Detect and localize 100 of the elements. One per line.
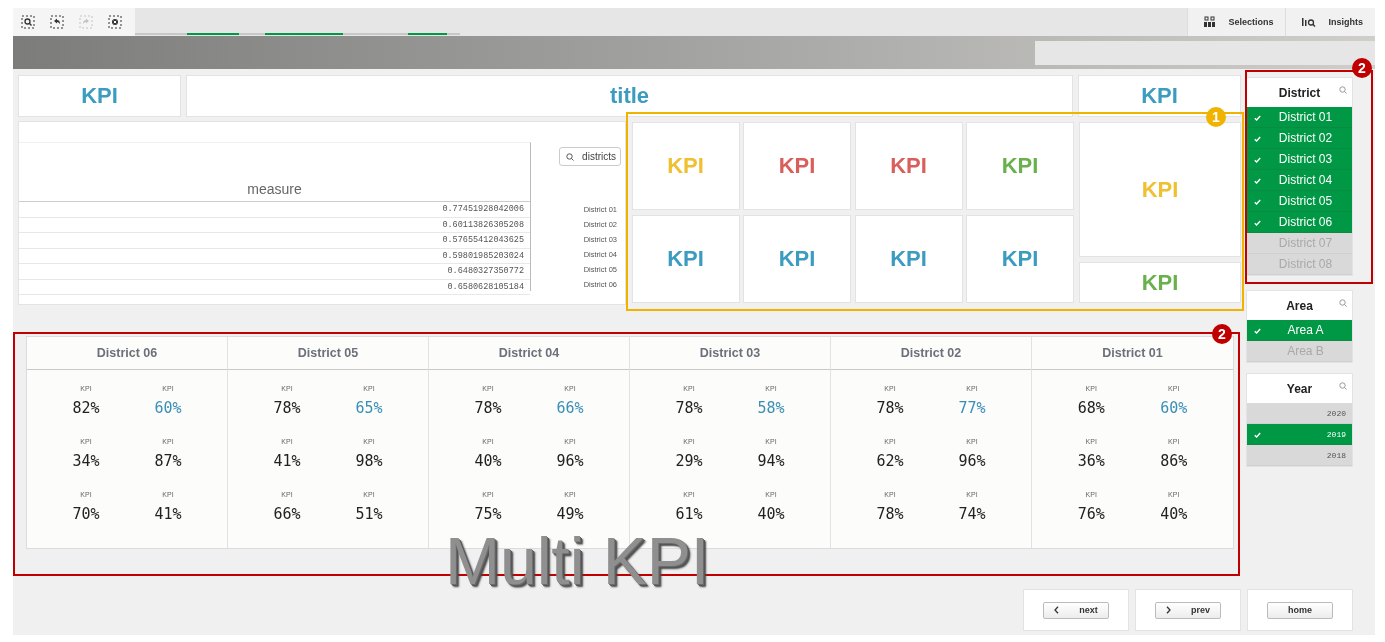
kpi-value: 51%: [355, 504, 383, 523]
district-header: District 03: [699, 346, 761, 360]
kpi-value: 70%: [72, 504, 100, 523]
check-icon: [1254, 432, 1261, 438]
step-back-button[interactable]: [50, 15, 64, 29]
kpi-value: KPI: [890, 153, 927, 179]
kpi-value: KPI: [1001, 246, 1039, 272]
filter-title: Area: [1286, 298, 1313, 313]
search-icon[interactable]: [1339, 86, 1347, 94]
check-icon: [1254, 136, 1261, 142]
kpi-value: KPI: [778, 153, 816, 179]
kpi-value: 78%: [675, 398, 703, 417]
filter-item[interactable]: District 02: [1247, 128, 1352, 149]
kpi-value: 60%: [1160, 398, 1188, 417]
chevron-right-icon: [1166, 606, 1171, 614]
kpi-value: 78%: [474, 398, 502, 417]
table-cell: 0.6480327350772: [447, 266, 524, 277]
kpi-value: 94%: [757, 451, 785, 470]
table-cell: 0.60113826305208: [442, 219, 524, 230]
kpi-value: KPI: [778, 246, 816, 272]
kpi-value: 68%: [1077, 398, 1105, 417]
chevron-left-icon: [1054, 606, 1060, 614]
kpi-value: 40%: [1160, 504, 1188, 523]
prev-button[interactable]: prev: [1155, 601, 1221, 619]
kpi-value: KPI: [667, 246, 704, 272]
kpi-value: 49%: [556, 504, 584, 523]
column-header: measure: [247, 181, 302, 197]
kpi-value: 60%: [154, 398, 182, 417]
selections-icon: [1204, 16, 1217, 28]
filter-item[interactable]: 2019: [1247, 424, 1352, 445]
table-cell: 0.77451928042006: [442, 204, 524, 215]
home-button[interactable]: home: [1267, 601, 1333, 619]
kpi-value: 77%: [958, 398, 986, 417]
filter-item[interactable]: District 01: [1247, 107, 1352, 128]
filter-item[interactable]: District 04: [1247, 170, 1352, 191]
kpi-value: 75%: [474, 504, 502, 523]
check-icon: [1254, 199, 1261, 205]
kpi-value: 41%: [273, 451, 301, 470]
filter-item[interactable]: Area A: [1247, 320, 1352, 341]
kpi-value: 78%: [876, 504, 904, 523]
kpi-value: 36%: [1077, 451, 1105, 470]
district-header: District 01: [1102, 346, 1163, 360]
filter-item[interactable]: District 06: [1247, 212, 1352, 233]
table-cell: 0.57655412043625: [442, 235, 524, 246]
kpi-value: KPI: [667, 153, 704, 179]
kpi-value: 58%: [757, 398, 785, 417]
check-icon: [1254, 328, 1261, 334]
kpi-value: 78%: [876, 398, 904, 417]
district-header: District 05: [297, 346, 359, 360]
kpi-value: 40%: [474, 451, 502, 470]
kpi-value: 96%: [958, 451, 986, 470]
kpi-value: 86%: [1160, 451, 1188, 470]
kpi-value: 74%: [958, 504, 986, 523]
selections-tab[interactable]: Selections: [1187, 8, 1286, 36]
kpi-value: 66%: [273, 504, 301, 523]
filter-item[interactable]: District 05: [1247, 191, 1352, 212]
kpi-value: KPI: [1141, 83, 1178, 109]
next-button[interactable]: next: [1043, 601, 1109, 619]
kpi-value: 76%: [1077, 504, 1105, 523]
kpi-value: 40%: [757, 504, 785, 523]
kpi-value: KPI: [890, 246, 927, 272]
kpi-value: KPI: [1141, 269, 1179, 296]
clear-selections-button[interactable]: [108, 15, 122, 29]
check-icon: [1254, 178, 1261, 184]
filter-title: Year: [1286, 381, 1313, 396]
smart-search-button[interactable]: [21, 15, 35, 29]
kpi-value: 96%: [556, 451, 584, 470]
kpi-value: 78%: [273, 398, 301, 417]
search-icon: [566, 152, 575, 161]
search-field[interactable]: districts: [559, 147, 621, 166]
district-header: District 04: [498, 346, 560, 360]
district-header: District 06: [96, 346, 158, 360]
filter-item[interactable]: 2020: [1247, 403, 1352, 424]
table-cell: 0.59801985203024: [442, 250, 524, 261]
kpi-value: 29%: [675, 451, 703, 470]
check-icon: [1254, 220, 1261, 226]
kpi-value: KPI: [81, 83, 118, 109]
kpi-value: 61%: [675, 504, 703, 523]
filter-item[interactable]: 2018: [1247, 445, 1352, 466]
kpi-value: KPI: [1001, 153, 1039, 179]
kpi-value: 65%: [355, 398, 383, 417]
check-icon: [1254, 157, 1261, 163]
kpi-value: KPI: [1141, 176, 1179, 203]
filter-item[interactable]: District 03: [1247, 149, 1352, 170]
insights-tab[interactable]: Insights: [1285, 8, 1375, 36]
kpi-value: 66%: [556, 398, 584, 417]
insights-icon: [1302, 17, 1317, 27]
kpi-value: 82%: [72, 398, 100, 417]
kpi-value: 87%: [154, 451, 182, 470]
filter-title: District: [1278, 85, 1321, 100]
search-icon[interactable]: [1339, 382, 1347, 390]
kpi-value: 34%: [72, 451, 100, 470]
search-icon[interactable]: [1339, 299, 1347, 307]
sheet-title: title: [609, 83, 650, 109]
district-header: District 02: [900, 346, 962, 360]
kpi-value: 62%: [876, 451, 904, 470]
check-icon: [1254, 115, 1261, 121]
table-cell: 0.6580628105184: [447, 281, 524, 292]
kpi-value: 41%: [154, 504, 182, 523]
kpi-value: 98%: [355, 451, 383, 470]
